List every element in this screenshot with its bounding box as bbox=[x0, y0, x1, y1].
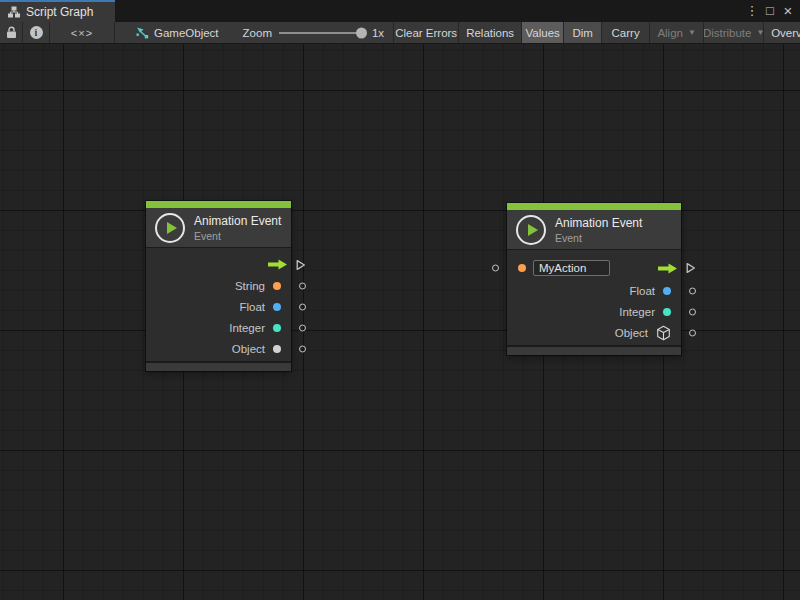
cube-icon bbox=[656, 325, 671, 341]
lock-icon[interactable] bbox=[0, 22, 22, 43]
node-body: String Float Integer Object bbox=[146, 248, 291, 361]
relations-button[interactable]: Relations bbox=[459, 22, 521, 43]
clear-errors-button[interactable]: Clear Errors bbox=[394, 22, 458, 43]
animation-event-node-2[interactable]: Animation Event Event MyAction bbox=[507, 203, 681, 355]
port-row-float: Float bbox=[507, 280, 681, 301]
float-port-dot bbox=[273, 303, 281, 311]
action-name-input[interactable]: MyAction bbox=[533, 260, 610, 276]
integer-output-port[interactable] bbox=[299, 324, 306, 331]
name-input-port[interactable] bbox=[492, 265, 499, 272]
node-title: Animation Event bbox=[555, 216, 642, 230]
zoom-slider[interactable] bbox=[279, 32, 365, 34]
align-button[interactable]: Align▼ bbox=[650, 22, 703, 43]
control-output-port[interactable] bbox=[295, 259, 306, 271]
string-output-port[interactable] bbox=[299, 282, 306, 289]
node-body: MyAction Float Integer bbox=[507, 250, 681, 345]
event-play-icon bbox=[155, 213, 185, 243]
object-port-dot bbox=[273, 345, 281, 353]
integer-port-dot bbox=[663, 308, 671, 316]
chevron-down-icon: ▼ bbox=[756, 28, 763, 37]
window-controls: ⋮ □ × bbox=[744, 0, 800, 22]
zoom-slider-handle[interactable] bbox=[356, 27, 367, 38]
tab-title: Script Graph bbox=[26, 5, 93, 19]
maximize-icon[interactable]: □ bbox=[762, 1, 778, 21]
flow-arrow-icon bbox=[657, 263, 678, 274]
carry-button[interactable]: Carry bbox=[602, 22, 649, 43]
name-port-dot bbox=[518, 264, 526, 272]
zoom-value: 1x bbox=[372, 27, 384, 39]
node-title: Animation Event bbox=[194, 214, 281, 228]
dim-button[interactable]: Dim bbox=[564, 22, 601, 43]
zoom-label: Zoom bbox=[243, 27, 272, 39]
node-header[interactable]: Animation Event Event bbox=[507, 210, 681, 250]
gameobject-icon bbox=[135, 26, 149, 39]
graph-icon bbox=[8, 6, 20, 18]
name-input-row: MyAction bbox=[507, 256, 681, 280]
node-footer bbox=[507, 345, 681, 355]
port-row-float: Float bbox=[146, 296, 291, 317]
zoom-control: Zoom 1x bbox=[243, 22, 385, 43]
port-row-string: String bbox=[146, 275, 291, 296]
port-row-object: Object bbox=[507, 322, 681, 343]
code-brackets-icon[interactable]: <×> bbox=[50, 22, 114, 43]
info-icon[interactable]: i bbox=[23, 22, 49, 43]
values-button[interactable]: Values bbox=[522, 22, 563, 43]
object-output-port[interactable] bbox=[299, 345, 306, 352]
object-output-port[interactable] bbox=[689, 329, 696, 336]
overview-button[interactable]: Overv bbox=[764, 22, 800, 43]
tab-script-graph[interactable]: Script Graph bbox=[0, 0, 115, 22]
node-accent-bar bbox=[507, 203, 681, 210]
control-output-port[interactable] bbox=[685, 262, 696, 274]
graph-canvas[interactable]: Animation Event Event String bbox=[0, 44, 800, 600]
flow-arrow-icon bbox=[267, 259, 288, 270]
node-subtitle: Event bbox=[555, 232, 642, 244]
port-row-object: Object bbox=[146, 338, 291, 359]
event-play-icon bbox=[516, 215, 546, 245]
close-icon[interactable]: × bbox=[780, 1, 796, 21]
control-output-port-row bbox=[146, 254, 291, 275]
tab-bar: Script Graph ⋮ □ × bbox=[0, 0, 800, 22]
animation-event-node-1[interactable]: Animation Event Event String bbox=[146, 201, 291, 371]
integer-port-dot bbox=[273, 324, 281, 332]
gameobject-label: GameObject bbox=[154, 27, 219, 39]
integer-output-port[interactable] bbox=[689, 308, 696, 315]
toolbar: i <×> GameObject Zoom 1x Clear Errors bbox=[0, 22, 800, 44]
float-output-port[interactable] bbox=[689, 287, 696, 294]
chevron-down-icon: ▼ bbox=[688, 28, 696, 37]
gameobject-target[interactable]: GameObject bbox=[135, 22, 219, 43]
node-header[interactable]: Animation Event Event bbox=[146, 208, 291, 248]
port-row-integer: Integer bbox=[146, 317, 291, 338]
port-row-integer: Integer bbox=[507, 301, 681, 322]
float-port-dot bbox=[663, 287, 671, 295]
node-accent-bar bbox=[146, 201, 291, 208]
node-subtitle: Event bbox=[194, 230, 281, 242]
float-output-port[interactable] bbox=[299, 303, 306, 310]
node-footer bbox=[146, 361, 291, 371]
string-port-dot bbox=[273, 282, 281, 290]
menu-icon[interactable]: ⋮ bbox=[744, 1, 760, 21]
distribute-button[interactable]: Distribute▼ bbox=[704, 22, 763, 43]
script-graph-window: Script Graph ⋮ □ × i <×> bbox=[0, 0, 800, 600]
